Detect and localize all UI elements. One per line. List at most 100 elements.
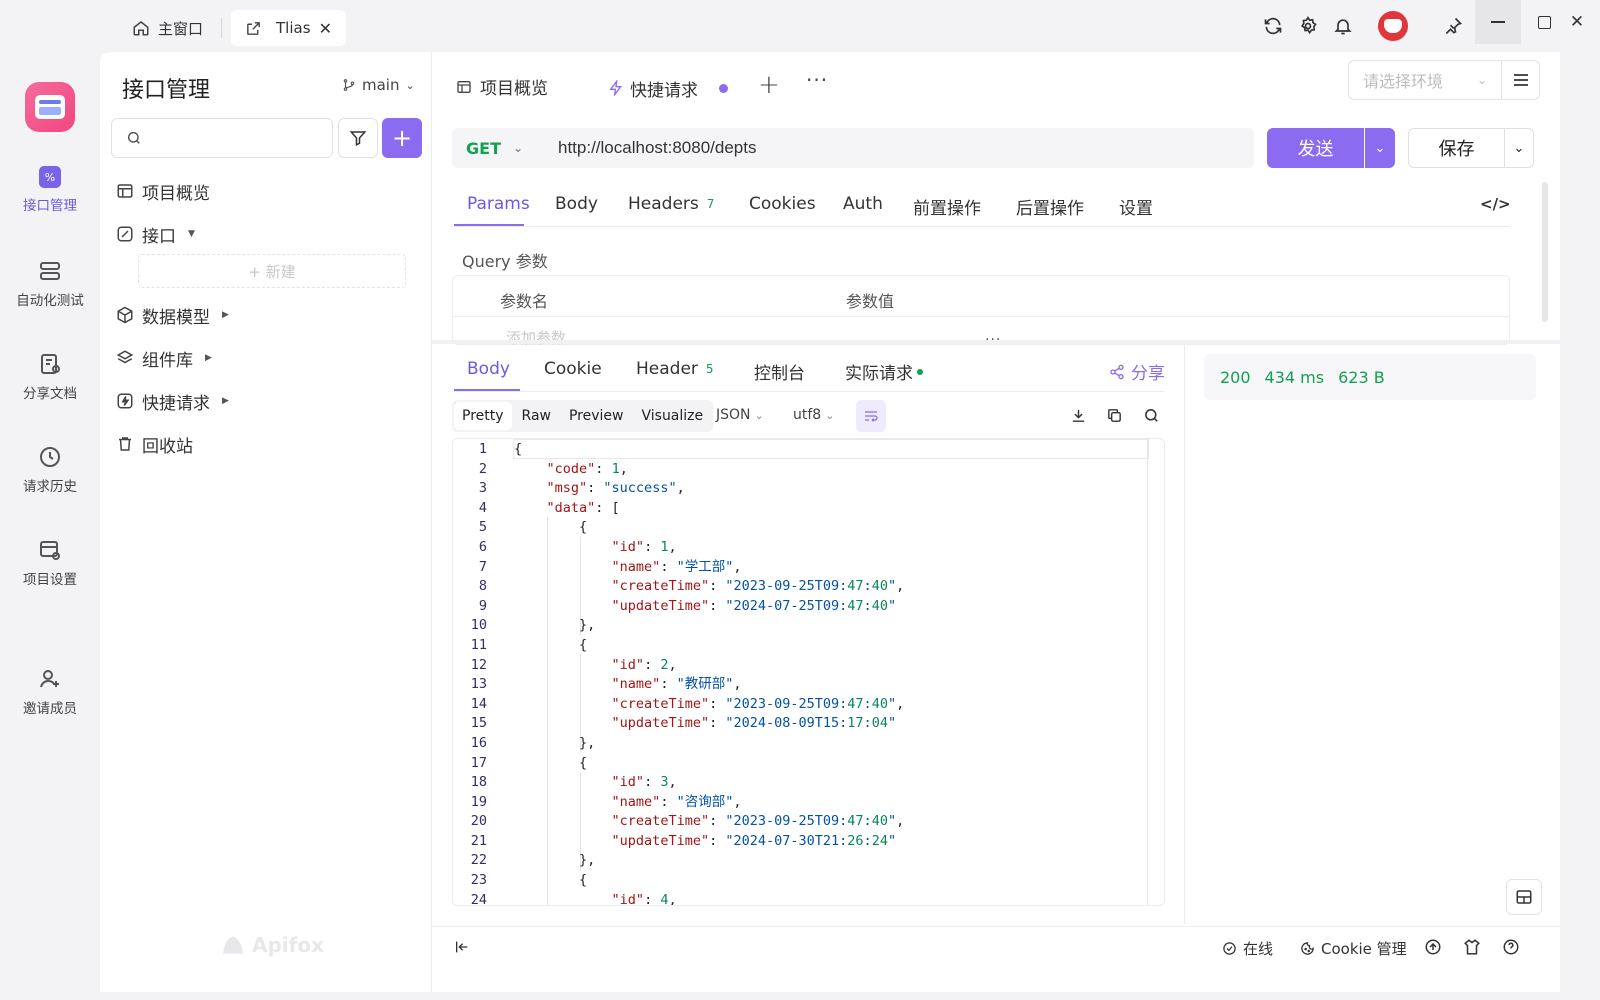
external-link-icon xyxy=(245,20,262,37)
cookie-management[interactable]: Cookie 管理 xyxy=(1300,938,1407,959)
filter-button[interactable] xyxy=(338,118,378,158)
rail-item-share-docs[interactable]: 分享文档 xyxy=(0,352,100,402)
refresh-icon[interactable] xyxy=(1260,13,1286,39)
share-button[interactable]: 分享 xyxy=(1109,359,1165,384)
lightning-icon xyxy=(608,80,624,96)
resp-tab-console[interactable]: 控制台 xyxy=(754,359,805,384)
online-status[interactable]: 在线 xyxy=(1222,938,1273,959)
request-scrollbar[interactable] xyxy=(1542,182,1548,322)
title-bar: 主窗口 Tlias ✕ ✕ xyxy=(0,0,1600,52)
response-code-editor[interactable]: 1{2 "code": 1, 3 "msg": "success", 4 "data… xyxy=(452,438,1165,906)
apifox-logo-icon xyxy=(220,932,246,958)
chevron-down-icon: ⌄ xyxy=(1374,140,1386,156)
code-generate-icon[interactable]: </> xyxy=(1480,195,1511,213)
doc-share-icon xyxy=(38,352,62,376)
tab-body[interactable]: Body xyxy=(555,194,598,214)
tab-settings[interactable]: 设置 xyxy=(1119,194,1153,219)
new-tab-plus-icon[interactable]: + xyxy=(758,70,780,100)
close-tab-icon[interactable]: ✕ xyxy=(319,19,332,38)
tree-item-components[interactable]: 组件库 ▶ xyxy=(116,343,212,373)
rail-item-automation[interactable]: 自动化测试 xyxy=(0,259,100,309)
view-pretty[interactable]: Pretty xyxy=(454,402,512,430)
line-number: 9 xyxy=(478,597,487,614)
view-visualize[interactable]: Visualize xyxy=(633,402,711,430)
line-number: 13 xyxy=(470,676,487,693)
send-button[interactable]: 发送 xyxy=(1267,128,1364,168)
avatar[interactable] xyxy=(1378,11,1408,41)
resp-tab-body[interactable]: Body xyxy=(467,359,510,379)
tree-item-api[interactable]: 接口 ▼ xyxy=(116,219,195,249)
app-logo xyxy=(25,82,75,132)
search-input[interactable] xyxy=(150,130,320,146)
new-api-button[interactable]: + 新建 xyxy=(138,254,406,288)
copy-icon[interactable] xyxy=(1106,407,1123,424)
share-icon xyxy=(1109,364,1125,380)
save-button[interactable]: 保存 xyxy=(1408,128,1505,168)
format-select[interactable]: JSON ⌄ xyxy=(716,407,764,423)
view-raw[interactable]: Raw xyxy=(514,402,559,430)
tree-item-trash[interactable]: 回收站 xyxy=(116,429,193,459)
branch-selector[interactable]: main ⌄ xyxy=(342,76,415,94)
divider xyxy=(452,226,1510,227)
download-icon[interactable] xyxy=(1070,407,1087,424)
help-icon[interactable] xyxy=(1502,938,1520,956)
rail-item-label: 分享文档 xyxy=(23,386,77,402)
minimize-button[interactable] xyxy=(1475,0,1521,44)
add-param-placeholder[interactable]: 添加参数 xyxy=(506,327,566,348)
view-mode-group: Pretty Raw Preview Visualize xyxy=(452,400,714,432)
add-button[interactable]: + xyxy=(382,118,422,158)
rail-item-api[interactable]: % 接口管理 xyxy=(0,166,100,214)
tab-auth[interactable]: Auth xyxy=(843,194,883,214)
shirt-icon[interactable] xyxy=(1463,938,1481,956)
drag-dots-icon[interactable]: ··· xyxy=(985,332,1001,348)
method-select[interactable]: GET ⌄ xyxy=(452,139,552,158)
save-options-button[interactable]: ⌄ xyxy=(1504,128,1534,168)
close-window-icon[interactable]: ✕ xyxy=(1554,0,1600,44)
wrap-lines-button[interactable] xyxy=(856,400,886,432)
code-text: "name": "学工部", xyxy=(611,558,742,575)
window-tab-home[interactable]: 主窗口 xyxy=(118,10,217,46)
add-user-icon xyxy=(38,667,62,691)
rail-item-history[interactable]: 请求历史 xyxy=(0,445,100,495)
tab-params[interactable]: Params xyxy=(467,194,530,214)
layout-toggle-button[interactable] xyxy=(1506,879,1542,915)
lightning-box-icon xyxy=(116,392,134,410)
more-tabs-icon[interactable]: ··· xyxy=(806,68,828,92)
send-options-button[interactable]: ⌄ xyxy=(1365,128,1395,168)
encoding-select[interactable]: utf8 ⌄ xyxy=(793,407,834,423)
resp-tab-header[interactable]: Header 5 xyxy=(636,359,714,379)
upload-icon[interactable] xyxy=(1424,938,1442,956)
sidebar-search[interactable] xyxy=(111,118,333,158)
tab-cookies[interactable]: Cookies xyxy=(749,194,816,214)
environment-select[interactable]: 请选择环境 ⌄ xyxy=(1348,60,1502,100)
tab-post-operations[interactable]: 后置操作 xyxy=(1016,194,1084,219)
rail-item-invite[interactable]: 邀请成员 xyxy=(0,667,100,717)
resp-tab-cookie[interactable]: Cookie xyxy=(544,359,602,379)
rail-item-project-settings[interactable]: 项目设置 xyxy=(0,538,100,588)
percent-icon: % xyxy=(39,166,61,188)
tree-item-data-models[interactable]: 数据模型 ▶ xyxy=(116,300,229,330)
tree-item-quick-requests[interactable]: 快捷请求 ▶ xyxy=(116,386,229,416)
col-header-value: 参数值 xyxy=(846,292,895,311)
window-tab-tlias[interactable]: Tlias ✕ xyxy=(231,10,346,46)
url-input[interactable] xyxy=(558,138,1254,158)
view-preview[interactable]: Preview xyxy=(561,402,632,430)
tab-project-overview[interactable]: 项目概览 xyxy=(456,74,548,99)
main-panel: 项目概览 快捷请求 + ··· 请选择环境 ⌄ GET ⌄ 发送 ⌄ 保存 ⌄ … xyxy=(432,52,1560,992)
resp-tab-actual-request[interactable]: 实际请求 xyxy=(845,359,923,384)
tab-quick-request[interactable]: 快捷请求 xyxy=(594,60,742,118)
line-number: 12 xyxy=(470,656,487,673)
apifox-watermark: Apifox xyxy=(220,932,324,958)
bell-icon[interactable] xyxy=(1330,13,1356,39)
search-icon[interactable] xyxy=(1143,407,1160,424)
settings-gear-icon[interactable] xyxy=(1295,13,1321,39)
tree-item-overview[interactable]: 项目概览 xyxy=(116,176,210,206)
code-line: 15 "updateTime": "2024-08-09T15:17:04" xyxy=(453,714,904,734)
pin-icon[interactable] xyxy=(1440,13,1466,39)
environment-menu-button[interactable] xyxy=(1502,60,1540,100)
tab-pre-operations[interactable]: 前置操作 xyxy=(913,194,981,219)
collapse-sidebar-icon[interactable] xyxy=(454,939,470,955)
editor-scrollbar-track[interactable] xyxy=(1147,439,1148,905)
tab-headers[interactable]: Headers 7 xyxy=(628,194,714,214)
tab-label: Header xyxy=(636,359,698,379)
